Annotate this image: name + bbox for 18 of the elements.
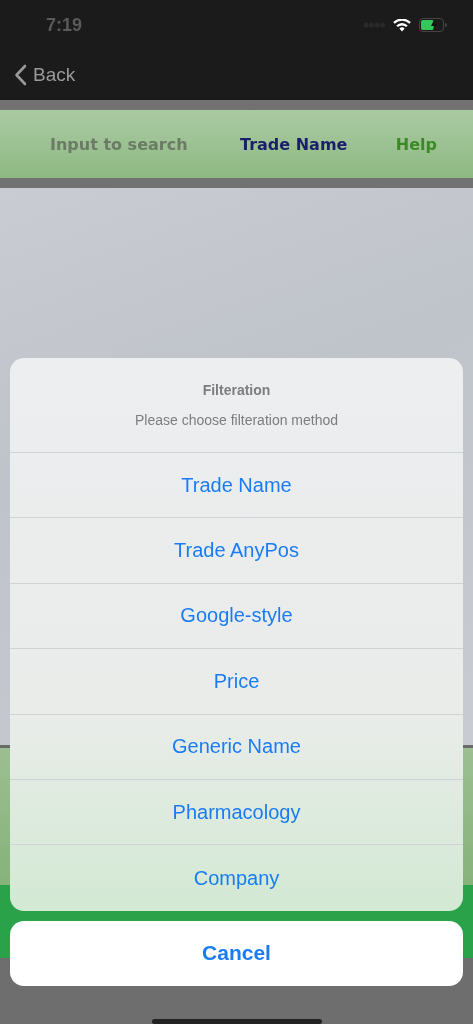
- sheet-option[interactable]: Trade AnyPos: [10, 518, 463, 584]
- sheet-option[interactable]: Google-style: [10, 583, 463, 650]
- sheet-option[interactable]: Pharmacology: [10, 779, 463, 846]
- sheet-option[interactable]: Trade Name: [10, 453, 463, 519]
- status-time: 7:19: [46, 14, 83, 36]
- search-field[interactable]: Input to search: [50, 134, 200, 154]
- help-link[interactable]: Help: [395, 134, 437, 154]
- wifi-icon: [393, 18, 411, 32]
- chevron-left-icon: [14, 64, 27, 86]
- battery-icon: [419, 18, 447, 32]
- cancel-button[interactable]: Cancel: [10, 920, 463, 986]
- sheet-option[interactable]: Price: [10, 649, 463, 715]
- filter-label[interactable]: Trade Name: [240, 134, 348, 154]
- sheet-option[interactable]: Generic Name: [10, 714, 463, 780]
- sheet-title: Filteration: [202, 382, 271, 398]
- back-button[interactable]: Back: [14, 64, 76, 86]
- sheet-option[interactable]: Company: [10, 845, 463, 911]
- sheet-message: Please choose filteration method: [134, 412, 339, 428]
